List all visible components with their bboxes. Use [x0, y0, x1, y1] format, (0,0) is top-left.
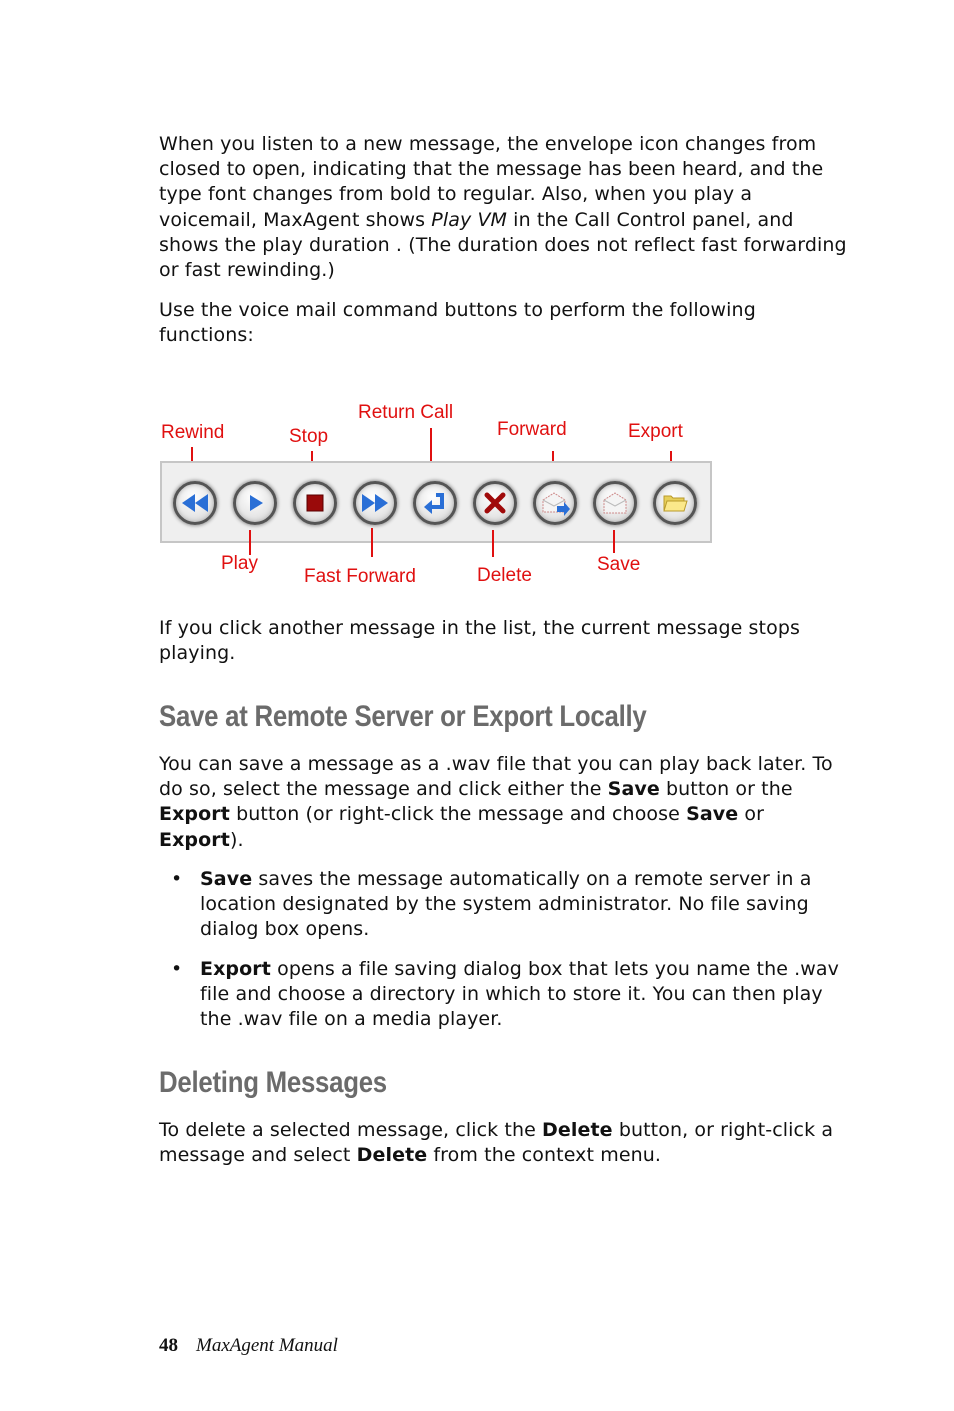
callout-play: Play — [221, 553, 258, 574]
list-item-save: • Save saves the message automatically o… — [159, 867, 849, 943]
play-icon — [250, 495, 263, 511]
play-button[interactable] — [233, 481, 277, 525]
fast-forward-button[interactable] — [353, 481, 397, 525]
text: or — [738, 803, 765, 826]
callout-fast-forward: Fast Forward — [304, 566, 416, 587]
callout-forward: Forward — [497, 419, 567, 440]
callout-export: Export — [628, 421, 683, 442]
play-vm-emphasis: Play VM — [431, 208, 508, 231]
text: To delete a selected message, click the — [159, 1119, 543, 1141]
callout-line — [613, 530, 615, 553]
text: saves the message automatically on a rem… — [200, 868, 812, 941]
delete-emphasis: Delete — [542, 1119, 613, 1141]
save-export-list: • Save saves the message automatically o… — [159, 867, 849, 1032]
callout-line — [492, 530, 494, 557]
voicemail-toolbar — [160, 461, 712, 543]
folder-icon — [663, 495, 688, 512]
page-number: 48 — [159, 1335, 178, 1356]
callout-rewind: Rewind — [161, 422, 225, 443]
return-call-button[interactable] — [413, 481, 457, 525]
stop-button[interactable] — [293, 481, 337, 525]
delete-button[interactable] — [473, 481, 517, 525]
after-figure-paragraph: If you click another message in the list… — [159, 617, 800, 665]
heading-save-export: Save at Remote Server or Export Locally — [159, 700, 647, 733]
callout-line — [249, 530, 251, 555]
callout-delete: Delete — [477, 565, 532, 586]
heading-deleting-messages: Deleting Messages — [159, 1066, 387, 1099]
envelope-forward-icon — [542, 492, 570, 516]
save-paragraph: You can save a message as a .wav file th… — [159, 752, 849, 853]
manual-title: MaxAgent Manual — [196, 1335, 338, 1356]
intro-paragraph-2: Use the voice mail command buttons to pe… — [159, 299, 756, 347]
export-emphasis: Export — [159, 828, 230, 851]
return-arrow-icon — [424, 493, 444, 514]
save-emphasis: Save — [686, 803, 739, 826]
callout-stop: Stop — [289, 426, 329, 447]
envelope-icon — [603, 492, 627, 514]
text: opens a file saving dialog box that lets… — [200, 957, 840, 1031]
callout-save: Save — [597, 554, 641, 575]
delete-emphasis: Delete — [356, 1144, 428, 1167]
save-emphasis: Save — [200, 868, 253, 890]
text: from the context menu. — [427, 1144, 662, 1167]
export-emphasis: Export — [159, 803, 230, 826]
rewind-icon — [182, 494, 208, 512]
page-footer: 48 MaxAgent Manual — [159, 1335, 338, 1357]
delete-paragraph: To delete a selected message, click the … — [159, 1118, 849, 1168]
intro-paragraph-1: When you listen to a new message, the en… — [159, 132, 849, 283]
bullet: • — [171, 957, 183, 980]
stop-icon — [306, 494, 324, 512]
bullet: • — [171, 868, 183, 890]
x-icon — [484, 492, 506, 514]
export-emphasis: Export — [200, 957, 271, 980]
save-button[interactable] — [593, 481, 637, 525]
callout-return-call: Return Call — [358, 402, 454, 423]
text: button (or right-click the message and c… — [229, 803, 687, 826]
forward-button[interactable] — [533, 481, 577, 525]
fast-forward-icon — [362, 494, 388, 512]
export-button[interactable] — [653, 481, 697, 525]
list-item-export: • Export opens a file saving dialog box … — [159, 957, 849, 1033]
rewind-button[interactable] — [173, 481, 217, 525]
text: ). — [229, 828, 244, 851]
text: button or the — [659, 778, 793, 801]
save-emphasis: Save — [607, 778, 660, 801]
voicemail-toolbar-figure: Rewind Stop Return Call Forward Export P… — [159, 390, 719, 590]
callout-line — [371, 528, 373, 557]
